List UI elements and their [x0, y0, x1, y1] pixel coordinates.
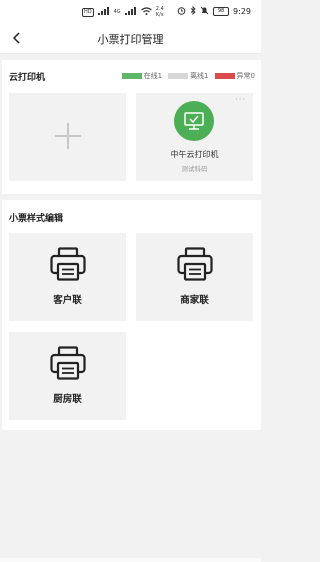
status-legend: 在线1 离线1 异常0	[116, 71, 255, 81]
page-title: 小票打印管理	[97, 33, 164, 46]
status-bar-system: 98 9:29	[177, 5, 251, 17]
printer-status-indicator	[174, 101, 214, 141]
legend-error: 异常0	[214, 71, 255, 81]
bluetooth-icon	[190, 5, 196, 17]
wifi-icon	[140, 7, 152, 17]
cloud-printer-section: 云打印机 在线1 离线1 异常0 ··· 中午云打印机 测试科码	[2, 60, 261, 194]
legend-offline: 离线1	[168, 71, 209, 81]
signal-icon-2	[124, 7, 137, 17]
legend-online-swatch	[121, 73, 142, 79]
legend-error-swatch	[214, 73, 235, 79]
printer-subtitle: 测试科码	[181, 165, 208, 173]
clock: 9:29	[233, 7, 251, 16]
style-card-kitchen[interactable]: 厨房联	[9, 332, 126, 420]
monitor-icon	[184, 112, 204, 130]
battery-icon: 98	[213, 7, 230, 16]
more-options-icon[interactable]: ···	[235, 95, 246, 104]
speed-unit: K/s	[155, 12, 164, 18]
network-speed: 2.4 K/s	[156, 6, 164, 18]
style-card-merchant-label: 商家联	[180, 295, 209, 306]
style-card-kitchen-label: 厨房联	[53, 394, 82, 405]
legend-online-label: 在线1	[143, 72, 163, 80]
printer-icon	[50, 346, 86, 380]
network-type: 4G	[113, 9, 121, 15]
bottom-edge	[0, 558, 261, 562]
legend-online: 在线1	[121, 71, 163, 81]
hd-badge: HD	[82, 7, 94, 17]
legend-offline-label: 离线1	[190, 72, 209, 80]
add-printer-button[interactable]	[9, 93, 126, 181]
legend-offline-swatch	[168, 73, 189, 79]
status-bar: HD 4G 2.4 K/s 98 9:29	[0, 0, 261, 24]
printer-name: 中午云打印机	[170, 150, 219, 159]
receipt-style-title: 小票样式编辑	[9, 214, 64, 224]
nav-bar: 小票打印管理	[0, 24, 261, 54]
signal-icon	[97, 7, 110, 17]
legend-error-label: 异常0	[236, 72, 255, 80]
style-card-merchant[interactable]: 商家联	[136, 233, 253, 321]
alarm-icon	[177, 6, 186, 17]
receipt-style-section: 小票样式编辑 客户联 商家联 厨房联	[2, 200, 261, 430]
style-card-customer-label: 客户联	[53, 295, 82, 306]
printer-icon	[50, 247, 86, 281]
printer-icon	[177, 247, 213, 281]
mute-icon	[200, 6, 209, 17]
cloud-printer-title: 云打印机	[9, 73, 46, 83]
printer-card[interactable]: ··· 中午云打印机 测试科码	[136, 93, 253, 181]
style-card-customer[interactable]: 客户联	[9, 233, 126, 321]
status-bar-network: HD 4G 2.4 K/s	[82, 6, 164, 18]
